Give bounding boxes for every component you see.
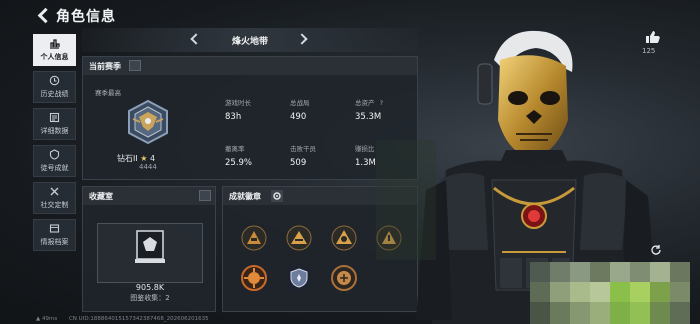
vault-collection-count: 图鉴收集：2 bbox=[130, 294, 170, 302]
sidebar-item-details[interactable]: 详细数据 bbox=[33, 108, 76, 140]
sidebar-item-label: 社交定制 bbox=[40, 201, 69, 209]
sidebar: 个人信息 历史战绩 详细数据 徒号成就 社交定制 情报档案 bbox=[33, 34, 76, 256]
rotate-icon[interactable] bbox=[650, 244, 662, 256]
current-season-panel: 当前赛季 赛季最高 钻石II ★ 4 4444 游戏时长 83h 总战局 490… bbox=[82, 56, 418, 180]
stat-label: 撤离率 bbox=[225, 145, 245, 153]
rank-points: 4444 bbox=[139, 163, 157, 171]
season-best-label: 赛季最高 bbox=[95, 89, 121, 97]
panel-header: 当前赛季 bbox=[83, 57, 417, 75]
sidebar-item-label: 徒号成就 bbox=[40, 164, 69, 172]
vault-panel[interactable]: 收藏室 905.8K 图鉴收集：2 bbox=[82, 186, 216, 312]
sidebar-item-label: 情报档案 bbox=[40, 238, 69, 246]
current-season-label: 当前赛季 bbox=[89, 62, 121, 71]
shield-medal-icon[interactable] bbox=[286, 265, 312, 291]
archive-icon bbox=[49, 224, 60, 233]
orange-medal-icon[interactable] bbox=[241, 265, 267, 291]
stat-extract-rate: 撤离率 25.9% bbox=[225, 143, 252, 168]
stat-label-text: 总资产 bbox=[355, 99, 375, 107]
stat-operators-defeated: 击败干员 509 bbox=[290, 143, 316, 168]
stat-value: 1.3M bbox=[355, 158, 376, 168]
vault-value: 905.8K bbox=[135, 283, 165, 292]
rank-medal-icon[interactable] bbox=[286, 225, 312, 251]
sidebar-item-personal-info[interactable]: 个人信息 bbox=[33, 34, 76, 66]
stat-label: 赚损比 bbox=[355, 145, 375, 153]
rank-medal-icon[interactable] bbox=[241, 225, 267, 251]
rank-stars: 4 bbox=[149, 154, 156, 163]
stat-label: 总战局 bbox=[290, 99, 310, 107]
data-icon bbox=[49, 112, 60, 123]
stat-value: 490 bbox=[290, 112, 307, 122]
stat-value: 83h bbox=[225, 112, 242, 122]
stat-label: 游戏时长 bbox=[225, 99, 251, 107]
ping-value: 49ms bbox=[41, 316, 58, 322]
achievements-label: 成就徽章 bbox=[229, 192, 261, 201]
panel-header: 收藏室 bbox=[83, 187, 215, 205]
rank-tier: 钻石II bbox=[117, 154, 138, 163]
sidebar-item-archive[interactable]: 情报档案 bbox=[33, 219, 76, 251]
mode-title: 烽火地带 bbox=[231, 37, 268, 47]
history-icon bbox=[49, 75, 60, 86]
sidebar-item-label: 历史战绩 bbox=[40, 90, 69, 98]
rank-medal-icon[interactable] bbox=[331, 225, 357, 251]
mode-selector: 烽火地带 bbox=[82, 28, 418, 52]
sidebar-item-social[interactable]: 社交定制 bbox=[33, 182, 76, 214]
back-arrow-icon[interactable] bbox=[36, 8, 50, 22]
stat-play-time: 游戏时长 83h bbox=[225, 97, 251, 122]
vault-label: 收藏室 bbox=[89, 192, 113, 201]
sidebar-item-label: 详细数据 bbox=[40, 127, 69, 135]
stat-value: 25.9% bbox=[225, 158, 253, 168]
bar-chart-icon bbox=[50, 39, 60, 49]
swap-icon[interactable] bbox=[129, 60, 141, 71]
stat-label: 击败干员 bbox=[290, 145, 316, 153]
bronze-medal-icon[interactable] bbox=[331, 265, 357, 291]
pixelated-mosaic-overlay bbox=[530, 262, 690, 324]
sidebar-item-achievements[interactable]: 徒号成就 bbox=[33, 145, 76, 177]
swap-icon[interactable] bbox=[199, 190, 211, 201]
sidebar-item-history[interactable]: 历史战绩 bbox=[33, 71, 76, 103]
footer-status: ▲ 49ms CN UID:188864015157342387468_2026… bbox=[36, 316, 209, 322]
stat-value: 509 bbox=[290, 158, 307, 168]
vault-trophy-icon bbox=[135, 230, 165, 263]
sidebar-item-label: 个人信息 bbox=[40, 53, 69, 61]
stat-total-matches: 总战局 490 bbox=[290, 97, 310, 122]
medal-icon bbox=[49, 149, 60, 160]
wifi-icon: ▲ bbox=[36, 316, 41, 322]
diamond-rank-badge-icon bbox=[128, 99, 168, 145]
uid-text: CN UID:188864015157342387468_20260620163… bbox=[68, 316, 209, 322]
page-title: 角色信息 bbox=[56, 9, 116, 25]
tools-icon bbox=[50, 187, 59, 196]
star-icon: ★ bbox=[140, 154, 148, 163]
stat-profit-loss: 赚损比 1.3M bbox=[355, 143, 376, 168]
gear-icon[interactable] bbox=[271, 190, 283, 202]
